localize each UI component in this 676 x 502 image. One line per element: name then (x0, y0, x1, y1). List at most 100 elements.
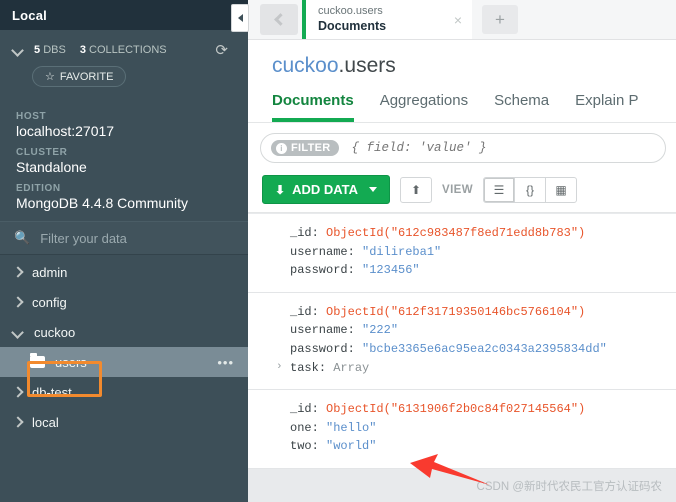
favorite-label: FAVORITE (59, 70, 114, 83)
collections-stat: 3 COLLECTIONS (80, 44, 167, 56)
chevron-left-icon (274, 13, 287, 26)
document-row[interactable]: _id: ObjectId("612c983487f8ed71edd8b783"… (248, 214, 676, 293)
table-view-button[interactable]: ▦ (545, 176, 578, 203)
sidebar-item-db-test[interactable]: db-test (0, 377, 248, 407)
sidebar: Local 5 DBS 3 COLLECTIONS ⟳ ☆ FAVORITE H… (0, 0, 249, 502)
upload-icon: ⬆ (410, 182, 422, 197)
document-row[interactable]: _id: ObjectId("6131906f2b0c84f027145564"… (248, 390, 676, 469)
field-value: "world" (326, 439, 377, 454)
field-key: username (290, 244, 348, 259)
sidebar-item-admin[interactable]: admin (0, 257, 248, 287)
field-key: password (290, 263, 348, 278)
field-key: password (290, 341, 348, 356)
field-key: two (290, 439, 312, 454)
folder-icon (30, 353, 45, 368)
close-icon[interactable]: × (436, 12, 462, 28)
field-task[interactable]: › task: Array (276, 359, 607, 378)
info-icon: i (276, 142, 287, 154)
dbs-count: 5 (34, 44, 41, 56)
namespace-header: cuckoo.users (248, 40, 676, 84)
sidebar-title: Local (0, 0, 248, 30)
view-label: VIEW (442, 183, 474, 196)
chevron-right-icon (10, 414, 26, 430)
namespace-collection: users (344, 54, 396, 77)
add-data-label: ADD DATA (292, 182, 359, 197)
collection-tabs: Documents Aggregations Schema Explain P (248, 84, 676, 123)
collection-overflow-menu-icon[interactable]: ••• (217, 356, 234, 369)
field-value: ObjectId("612f31719350146bc5766104") (326, 304, 586, 319)
new-tab-button[interactable]: + (482, 5, 518, 34)
export-button[interactable]: ⬆ (400, 176, 433, 203)
sidebar-item-label: config (32, 294, 67, 310)
json-view-button[interactable]: {} (514, 176, 547, 203)
dbs-label: DBS (43, 44, 66, 56)
chevron-down-icon (369, 187, 378, 192)
field-value: Array (333, 360, 370, 375)
sidebar-item-label: users (55, 354, 87, 370)
field-_id: _id: ObjectId("612f31719350146bc5766104"… (290, 304, 586, 319)
database-tree: admin config cuckoo users ••• db-test lo… (0, 255, 248, 502)
star-icon: ☆ (45, 71, 55, 83)
chevron-down-icon (10, 324, 26, 340)
sidebar-item-label: db-test (32, 384, 72, 400)
tab-documents[interactable]: cuckoo.users Documents × (302, 0, 472, 39)
field-username: username: "dilireba1" (290, 244, 442, 259)
collections-count: 3 (79, 44, 86, 56)
expand-arrow-icon[interactable]: › (276, 359, 283, 376)
sidebar-item-cuckoo[interactable]: cuckoo (0, 317, 248, 347)
page-title: cuckoo.users (272, 54, 676, 78)
filter-data-input[interactable] (40, 230, 221, 246)
tab-documents-nav[interactable]: Documents (272, 92, 354, 122)
field-one: one: "hello" (290, 420, 377, 435)
status-badge: i FILTER (271, 140, 340, 156)
document-row[interactable]: _id: ObjectId("612f31719350146bc5766104"… (248, 292, 676, 391)
sidebar-item-label: cuckoo (34, 324, 76, 340)
tab-explain-plan[interactable]: Explain P (575, 92, 638, 122)
document-gutter (248, 224, 290, 280)
sidebar-item-config[interactable]: config (0, 287, 248, 317)
tab-aggregations[interactable]: Aggregations (380, 92, 468, 122)
filter-query-input[interactable] (351, 141, 655, 155)
sidebar-collapse-toggle[interactable] (231, 4, 249, 32)
documents-toolbar: ⬇ ADD DATA ⬆ VIEW ☰ {} ▦ (248, 171, 676, 213)
field-password: password: "123456" (290, 263, 420, 278)
document-gutter (248, 400, 290, 456)
refresh-icon[interactable]: ⟳ (215, 43, 228, 58)
chevron-right-icon (10, 384, 26, 400)
sidebar-filter[interactable]: 🔍 (0, 221, 248, 255)
field-_id: _id: ObjectId("612c983487f8ed71edd8b783"… (290, 226, 586, 240)
compass-window: Local 5 DBS 3 COLLECTIONS ⟳ ☆ FAVORITE H… (0, 0, 676, 502)
document-list: _id: ObjectId("612c983487f8ed71edd8b783"… (248, 213, 676, 502)
tab-titles: cuckoo.users Documents (318, 5, 386, 34)
field-value: "bcbe3365e6ac95ea2c0343a2395834dd" (362, 341, 607, 356)
add-data-button[interactable]: ⬇ ADD DATA (262, 175, 391, 204)
chevron-down-icon[interactable] (10, 42, 26, 58)
field-username: username: "222" (290, 323, 399, 338)
host-label: HOST (16, 111, 47, 122)
chevron-right-icon (10, 264, 26, 280)
sidebar-item-users[interactable]: users ••• (0, 347, 248, 377)
field-value: ObjectId("612c983487f8ed71edd8b783") (326, 226, 586, 240)
tab-bar: cuckoo.users Documents × + (248, 0, 676, 40)
list-view-button[interactable]: ☰ (483, 176, 516, 203)
field-value: "222" (362, 323, 399, 338)
namespace-database: cuckoo (272, 54, 339, 77)
search-icon: 🔍 (14, 230, 31, 245)
sidebar-item-local[interactable]: local (0, 407, 248, 437)
document-fields: _id: ObjectId("612c983487f8ed71edd8b783"… (290, 224, 585, 280)
collapse-arrow-icon (237, 14, 243, 22)
filter-badge-label: FILTER (291, 142, 331, 154)
collections-label: COLLECTIONS (89, 44, 167, 56)
field-value: "123456" (362, 263, 420, 278)
filter-pill[interactable]: i FILTER (260, 133, 666, 163)
instance-stats-row: 5 DBS 3 COLLECTIONS ⟳ (0, 36, 248, 62)
field-two: two: "world" (290, 439, 377, 454)
back-button[interactable] (260, 4, 298, 35)
favorite-button[interactable]: ☆ FAVORITE (32, 66, 127, 87)
document-fields: _id: ObjectId("612f31719350146bc5766104"… (276, 303, 607, 378)
instance-details: HOST localhost:27017 CLUSTER Standalone … (0, 97, 248, 221)
chevron-right-icon (10, 294, 26, 310)
cluster-value: Standalone (16, 159, 87, 175)
document-fields: _id: ObjectId("6131906f2b0c84f027145564"… (290, 400, 585, 456)
tab-schema[interactable]: Schema (494, 92, 549, 122)
